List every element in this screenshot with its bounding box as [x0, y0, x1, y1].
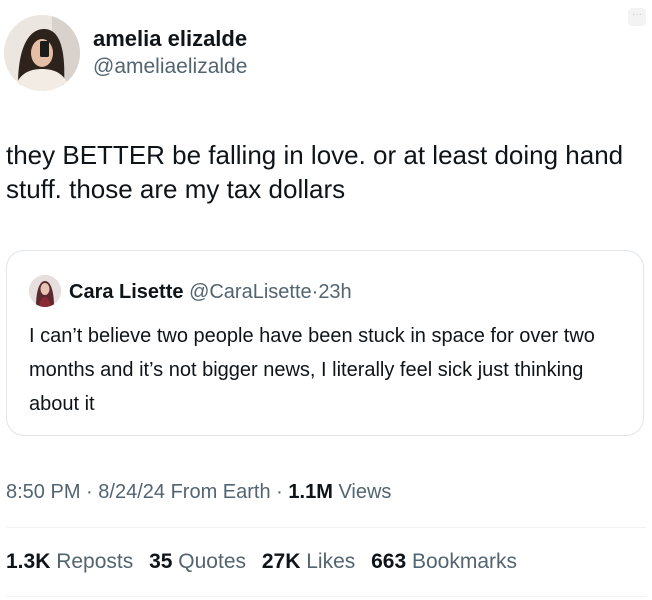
reposts-count: 1.3K [6, 550, 51, 573]
tweet-time[interactable]: 8:50 PM [6, 481, 80, 503]
quoted-author-name[interactable]: Cara Lisette [69, 281, 184, 303]
quotes-label: Quotes [178, 550, 247, 573]
quoted-tweet-text: I can’t believe two people have been stu… [29, 325, 595, 415]
quoted-tweet-header: Cara Lisette @CaraLisette·23h [69, 279, 352, 305]
likes-count: 27K [261, 550, 301, 573]
likes-stat[interactable]: 27K Likes [262, 550, 355, 573]
author-avatar[interactable] [4, 15, 80, 91]
reposts-stat[interactable]: 1.3K Reposts [6, 550, 133, 573]
author-info: amelia elizalde @ameliaelizalde [93, 26, 247, 80]
author-handle[interactable]: @ameliaelizalde [93, 54, 247, 80]
quoted-tweet-time[interactable]: 23h [318, 281, 351, 303]
likes-label: Likes [306, 550, 356, 573]
tweet-metadata: 8:50 PM · 8/24/24 From Earth · 1.1M View… [6, 478, 391, 506]
tweet-date[interactable]: 8/24/24 [98, 481, 165, 503]
reposts-label: Reposts [56, 550, 134, 573]
tweet-source: From Earth [170, 481, 271, 503]
divider [6, 596, 646, 597]
tweet-text: they BETTER be falling in love. or at le… [6, 140, 624, 204]
more-options-icon[interactable]: ··· [628, 8, 646, 26]
divider [6, 527, 646, 528]
quoted-author-avatar[interactable] [29, 275, 61, 307]
author-name[interactable]: amelia elizalde [93, 26, 247, 52]
views-label: Views [338, 481, 392, 503]
bookmarks-label: Bookmarks [412, 550, 518, 573]
separator-dot: · [86, 481, 93, 503]
separator-dot: · [276, 481, 283, 503]
views-count: 1.1M [288, 481, 333, 503]
engagement-stats: 1.3K Reposts 35 Quotes 27K Likes 663 Boo… [6, 548, 527, 576]
quoted-tweet[interactable]: Cara Lisette @CaraLisette·23h I can’t be… [6, 250, 644, 436]
quotes-count: 35 [149, 550, 173, 573]
quoted-author-handle[interactable]: @CaraLisette [189, 281, 312, 303]
bookmarks-count: 663 [371, 550, 407, 573]
quotes-stat[interactable]: 35 Quotes [149, 550, 246, 573]
bookmarks-stat[interactable]: 663 Bookmarks [371, 550, 517, 573]
